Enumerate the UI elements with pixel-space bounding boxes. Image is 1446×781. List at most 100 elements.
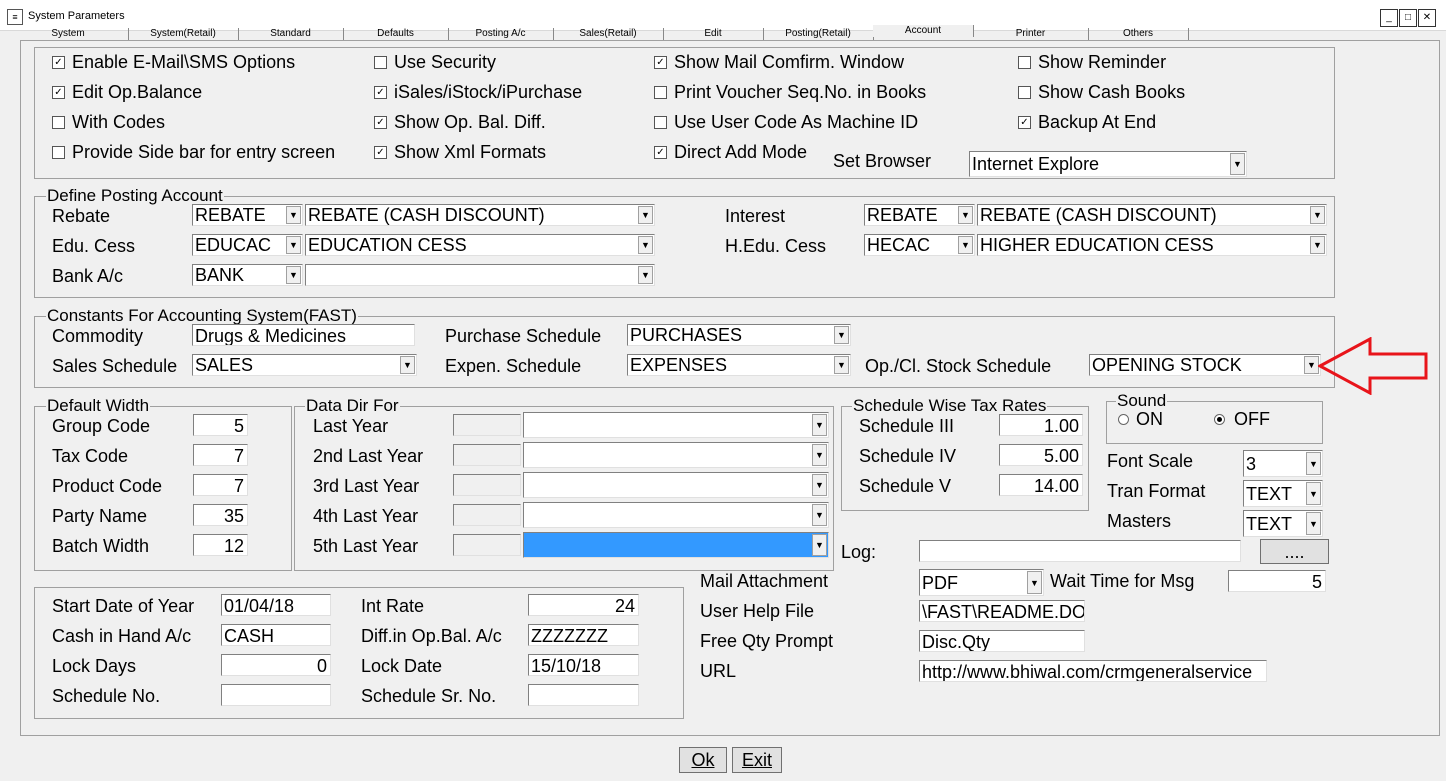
schedule-iii-input[interactable]: 1.00	[999, 414, 1083, 436]
masters-select[interactable]: TEXT ▼	[1243, 510, 1323, 537]
system-menu-icon[interactable]: ≡	[7, 9, 23, 25]
tab-others[interactable]: Others	[1088, 28, 1189, 40]
chevron-down-icon[interactable]: ▼	[958, 236, 973, 254]
chevron-down-icon[interactable]: ▼	[812, 414, 827, 436]
cash-in-hand-input[interactable]: CASH	[221, 624, 331, 646]
chevron-down-icon[interactable]: ▼	[638, 236, 653, 254]
font-scale-select[interactable]: 3 ▼	[1243, 450, 1323, 477]
chevron-down-icon[interactable]: ▼	[1027, 571, 1042, 594]
5th-last-year-dir-select[interactable]: ▼	[523, 532, 829, 558]
hedu-code-select[interactable]: HECAC ▼	[864, 234, 975, 256]
tab-defaults[interactable]: Defaults	[343, 28, 449, 40]
tab-printer[interactable]: Printer	[973, 28, 1089, 40]
edu-code-select[interactable]: EDUCAC ▼	[192, 234, 303, 256]
tran-format-select[interactable]: TEXT ▼	[1243, 480, 1323, 507]
tax-code-input[interactable]: 7	[193, 444, 248, 466]
chevron-down-icon[interactable]: ▼	[1310, 236, 1325, 254]
chevron-down-icon[interactable]: ▼	[286, 236, 301, 254]
bank-name-select[interactable]: ▼	[305, 264, 655, 286]
mail-attachment-select[interactable]: PDF ▼	[919, 569, 1044, 596]
schedule-sr-input[interactable]	[528, 684, 639, 706]
bank-code-select[interactable]: BANK ▼	[192, 264, 303, 286]
side-bar-checkbox[interactable]	[52, 146, 65, 159]
print-voucher-checkbox[interactable]	[654, 86, 667, 99]
tab-posting-ac[interactable]: Posting A/c	[448, 28, 554, 40]
interest-code-select[interactable]: REBATE ▼	[864, 204, 975, 226]
schedule-iv-input[interactable]: 5.00	[999, 444, 1083, 466]
chevron-down-icon[interactable]: ▼	[638, 206, 653, 224]
sales-schedule-select[interactable]: SALES ▼	[192, 354, 417, 376]
exit-button[interactable]: Exit	[732, 747, 782, 773]
last-year-code-input[interactable]	[453, 414, 521, 436]
2nd-last-year-code-input[interactable]	[453, 444, 521, 466]
chevron-down-icon[interactable]: ▼	[1306, 452, 1321, 475]
close-icon[interactable]: ✕	[1418, 9, 1436, 27]
tab-account[interactable]: Account	[873, 25, 974, 37]
schedule-no-input[interactable]	[221, 684, 331, 706]
stock-schedule-select[interactable]: OPENING STOCK ▼	[1089, 354, 1321, 376]
chevron-down-icon[interactable]: ▼	[958, 206, 973, 224]
rebate-code-select[interactable]: REBATE ▼	[192, 204, 303, 226]
chevron-down-icon[interactable]: ▼	[812, 504, 827, 526]
tab-system[interactable]: System	[8, 28, 129, 40]
free-qty-input[interactable]: Disc.Qty	[919, 630, 1085, 652]
chevron-down-icon[interactable]: ▼	[1304, 356, 1319, 374]
batch-width-input[interactable]: 12	[193, 534, 248, 556]
expen-schedule-select[interactable]: EXPENSES ▼	[627, 354, 851, 376]
show-reminder-checkbox[interactable]	[1018, 56, 1031, 69]
lock-days-input[interactable]: 0	[221, 654, 331, 676]
tab-system-retail[interactable]: System(Retail)	[128, 28, 239, 40]
4th-last-year-dir-select[interactable]: ▼	[523, 502, 829, 528]
tab-standard[interactable]: Standard	[238, 28, 344, 40]
product-code-input[interactable]: 7	[193, 474, 248, 496]
log-input[interactable]	[919, 540, 1241, 562]
chevron-down-icon[interactable]: ▼	[1230, 153, 1245, 175]
user-help-file-input[interactable]: \FAST\README.DO	[919, 600, 1085, 622]
party-name-input[interactable]: 35	[193, 504, 248, 526]
int-rate-input[interactable]: 24	[528, 594, 639, 616]
purchase-schedule-select[interactable]: PURCHASES ▼	[627, 324, 851, 346]
isales-checkbox[interactable]: ✓	[374, 86, 387, 99]
url-input[interactable]: http://www.bhiwal.com/crmgeneralservice	[919, 660, 1267, 682]
show-xml-checkbox[interactable]: ✓	[374, 146, 387, 159]
5th-last-year-code-input[interactable]	[453, 534, 521, 556]
show-cash-checkbox[interactable]	[1018, 86, 1031, 99]
chevron-down-icon[interactable]: ▼	[1306, 512, 1321, 535]
edit-opbal-checkbox[interactable]: ✓	[52, 86, 65, 99]
show-opbal-checkbox[interactable]: ✓	[374, 116, 387, 129]
chevron-down-icon[interactable]: ▼	[834, 326, 849, 344]
maximize-icon[interactable]: □	[1399, 9, 1417, 27]
with-codes-checkbox[interactable]	[52, 116, 65, 129]
hedu-name-select[interactable]: HIGHER EDUCATION CESS ▼	[977, 234, 1327, 256]
start-date-input[interactable]: 01/04/18	[221, 594, 331, 616]
chevron-down-icon[interactable]: ▼	[812, 534, 827, 556]
show-mail-checkbox[interactable]: ✓	[654, 56, 667, 69]
schedule-v-input[interactable]: 14.00	[999, 474, 1083, 496]
chevron-down-icon[interactable]: ▼	[638, 266, 653, 284]
chevron-down-icon[interactable]: ▼	[400, 356, 415, 374]
chevron-down-icon[interactable]: ▼	[812, 474, 827, 496]
edu-name-select[interactable]: EDUCATION CESS ▼	[305, 234, 655, 256]
3rd-last-year-dir-select[interactable]: ▼	[523, 472, 829, 498]
lock-date-input[interactable]: 15/10/18	[528, 654, 639, 676]
3rd-last-year-code-input[interactable]	[453, 474, 521, 496]
2nd-last-year-dir-select[interactable]: ▼	[523, 442, 829, 468]
tab-posting-retail[interactable]: Posting(Retail)	[763, 28, 874, 40]
interest-name-select[interactable]: REBATE (CASH DISCOUNT) ▼	[977, 204, 1327, 226]
direct-add-checkbox[interactable]: ✓	[654, 146, 667, 159]
browser-select[interactable]: Internet Explore ▼	[969, 151, 1247, 177]
log-browse-button[interactable]: ....	[1260, 539, 1329, 564]
chevron-down-icon[interactable]: ▼	[286, 206, 301, 224]
group-code-input[interactable]: 5	[193, 414, 248, 436]
4th-last-year-code-input[interactable]	[453, 504, 521, 526]
chevron-down-icon[interactable]: ▼	[834, 356, 849, 374]
rebate-name-select[interactable]: REBATE (CASH DISCOUNT) ▼	[305, 204, 655, 226]
ok-button[interactable]: Ok	[679, 747, 727, 773]
use-security-checkbox[interactable]	[374, 56, 387, 69]
last-year-dir-select[interactable]: ▼	[523, 412, 829, 438]
backup-checkbox[interactable]: ✓	[1018, 116, 1031, 129]
chevron-down-icon[interactable]: ▼	[1306, 482, 1321, 505]
tab-sales-retail[interactable]: Sales(Retail)	[553, 28, 664, 40]
chevron-down-icon[interactable]: ▼	[1310, 206, 1325, 224]
minimize-icon[interactable]: _	[1380, 9, 1398, 27]
